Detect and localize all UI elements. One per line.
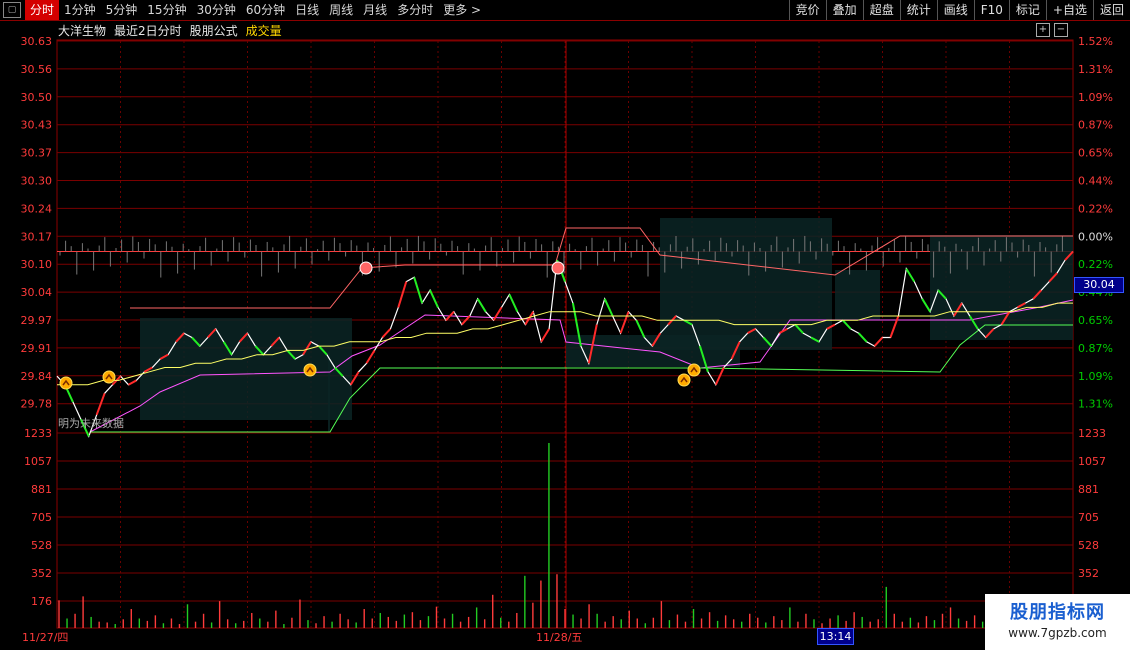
- volume-axis-label: 176: [31, 595, 52, 608]
- sell-signal-icon: [551, 261, 565, 275]
- volume-axis-label: 705: [31, 511, 52, 524]
- signal-zone: [660, 218, 832, 350]
- volume-axis-label-right: 881: [1078, 483, 1099, 496]
- watermark-title: 股朋指标网: [1010, 602, 1105, 623]
- trend-segment: [921, 298, 931, 313]
- price-axis-label: 29.78: [21, 398, 53, 411]
- trend-segment: [397, 281, 408, 308]
- volume-axis-label: 881: [31, 483, 52, 496]
- price-axis-label: 30.04: [21, 286, 53, 299]
- date-label: 11/28/五: [536, 631, 582, 644]
- trend-segment: [492, 306, 503, 321]
- pct-axis-label: 0.65%: [1078, 147, 1113, 160]
- buy-signal-icon: [303, 363, 317, 377]
- price-axis-label: 30.30: [21, 175, 53, 188]
- trend-segment: [508, 294, 519, 313]
- pct-axis-label: 0.22%: [1078, 258, 1113, 271]
- future-data-notice: 明为未来数据: [58, 417, 124, 430]
- price-axis-label: 30.24: [21, 202, 53, 215]
- trend-segment: [635, 319, 646, 338]
- trend-segment: [873, 336, 884, 347]
- trend-segment: [540, 328, 550, 343]
- price-axis-label: 30.50: [21, 91, 53, 104]
- trend-segment: [381, 328, 392, 339]
- pct-axis-label: 0.00%: [1078, 230, 1113, 243]
- buy-signal-icon: [59, 376, 73, 390]
- trend-segment: [603, 298, 614, 317]
- trend-segment: [429, 289, 439, 308]
- pct-axis-label: 1.09%: [1078, 91, 1113, 104]
- watermark-url: www.7gpzb.com: [1008, 626, 1107, 640]
- pct-axis-label: 0.22%: [1078, 202, 1113, 215]
- trend-segment: [889, 315, 900, 338]
- pct-axis-label: 0.87%: [1078, 119, 1113, 132]
- signal-zone: [328, 352, 330, 432]
- pct-axis-label: 0.44%: [1078, 175, 1113, 188]
- intraday-chart[interactable]: 30.63 1.52% 30.56 1.31% 30.50 1.09% 30.43 0.87%…: [0, 0, 1130, 650]
- volume-axis-label-right: 1057: [1078, 455, 1106, 468]
- price-axis-label: 29.91: [21, 342, 53, 355]
- volume-axis-label: 1057: [24, 455, 52, 468]
- price-axis-label: 30.10: [21, 258, 53, 271]
- pct-axis-label: 1.31%: [1078, 63, 1113, 76]
- sell-signal-icon: [359, 261, 373, 275]
- price-axis-label: 30.37: [21, 147, 53, 160]
- current-price-tag: 30.04: [1074, 277, 1124, 293]
- trend-segment: [619, 311, 630, 334]
- trend-segment: [365, 349, 376, 364]
- cursor-time-tag: 13:14: [817, 628, 854, 645]
- volume-axis-label: 528: [31, 539, 52, 552]
- signal-zone: [140, 318, 352, 420]
- volume-axis-label: 352: [31, 567, 52, 580]
- price-axis-label: 30.56: [21, 63, 53, 76]
- volume-axis-label-right: 352: [1078, 567, 1099, 580]
- price-axis-label: 29.84: [21, 370, 53, 383]
- buy-signal-icon: [102, 370, 116, 384]
- trend-segment: [857, 332, 868, 343]
- trend-segment: [127, 379, 137, 386]
- pct-axis-label: 0.87%: [1078, 342, 1113, 355]
- buy-signal-icon: [687, 363, 701, 377]
- trend-segment: [476, 298, 487, 313]
- site-watermark: 股朋指标网 www.7gpzb.com: [985, 594, 1130, 650]
- volume-axis-label-right: 705: [1078, 511, 1099, 524]
- price-axis-label: 30.17: [21, 230, 53, 243]
- volume-axis-label-right: 1233: [1078, 427, 1106, 440]
- volume-axis-label-right: 528: [1078, 539, 1099, 552]
- pct-axis-label: 1.31%: [1078, 398, 1113, 411]
- price-axis-label: 30.63: [21, 35, 53, 48]
- pct-axis-label: 1.52%: [1078, 35, 1113, 48]
- price-axis-label: 30.43: [21, 119, 53, 132]
- buy-signal-icon: [677, 373, 691, 387]
- trend-segment: [413, 277, 424, 304]
- date-label: 11/27/四: [22, 631, 68, 644]
- volume-axis-label: 1233: [24, 427, 52, 440]
- signal-zone: [835, 270, 880, 320]
- trend-segment: [842, 319, 852, 330]
- trend-segment: [905, 268, 916, 283]
- price-axis-label: 29.97: [21, 314, 53, 327]
- pct-axis-label: 1.09%: [1078, 370, 1113, 383]
- pct-axis-label: 0.65%: [1078, 314, 1113, 327]
